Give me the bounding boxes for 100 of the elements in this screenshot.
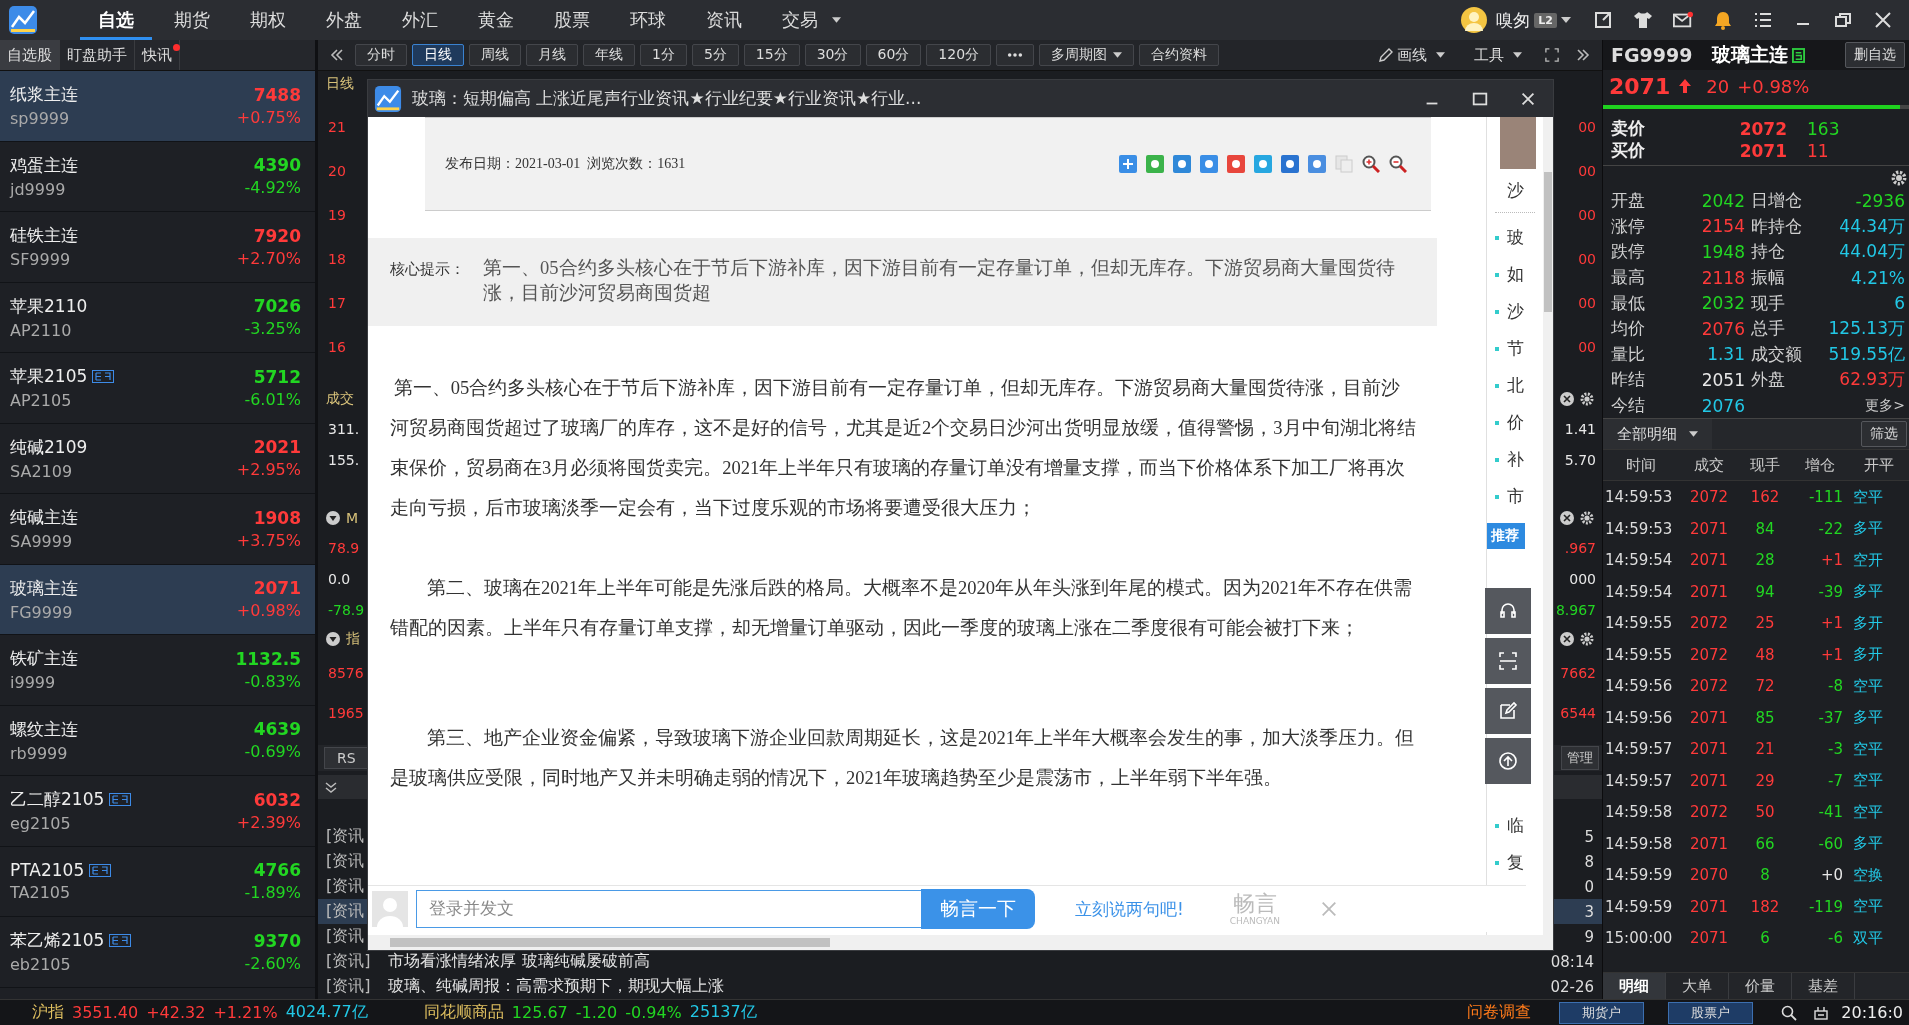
nav-tab[interactable]: 外盘	[308, 0, 380, 40]
news-row[interactable]: [资讯] 市场看涨情绪浓厚 玻璃纯碱屡破前高 08:14	[318, 949, 1602, 974]
headset-button[interactable]	[1485, 588, 1531, 634]
filter-button[interactable]: 筛选	[1861, 421, 1907, 448]
watchlist-row[interactable]: 铁矿主连 i9999 1132.5 -0.83%	[0, 635, 315, 706]
search-icon[interactable]	[1781, 1004, 1798, 1021]
period-button[interactable]: 日线	[412, 44, 464, 66]
period-button[interactable]: 月线	[526, 44, 578, 66]
sidebar-link[interactable]: 临	[1495, 807, 1524, 844]
scrollbar[interactable]	[1543, 117, 1553, 935]
caret-icon[interactable]	[1561, 17, 1571, 23]
recommend-tab[interactable]: 推荐	[1487, 523, 1525, 549]
close-icon[interactable]	[1873, 10, 1893, 30]
period-button[interactable]: 分时	[355, 44, 407, 66]
contract-info-button[interactable]: 合约资料	[1139, 44, 1220, 66]
plus-icon[interactable]	[1119, 155, 1137, 173]
more-button[interactable]	[996, 44, 1035, 66]
nav-tab[interactable]: 期货	[156, 0, 228, 40]
close-icon[interactable]	[1560, 392, 1574, 406]
close-icon[interactable]	[1560, 632, 1574, 646]
more-link[interactable]: 更多>	[1751, 396, 1905, 415]
watchlist-row[interactable]: 鸡蛋主连 jd9999 4390 -4.92%	[0, 141, 315, 212]
account-button[interactable]: 股票户	[1668, 1001, 1754, 1024]
sidebar-link[interactable]: 补	[1495, 441, 1524, 478]
sidebar-link[interactable]: 如	[1495, 256, 1524, 293]
watchlist-row[interactable]: PTA2105 TA2105 4766 -1.89%	[0, 846, 315, 917]
period-button[interactable]: 年线	[583, 44, 635, 66]
draw-dropdown[interactable]: 画线	[1372, 44, 1451, 66]
period-button[interactable]: 30分	[804, 44, 861, 66]
menu-icon[interactable]	[1753, 10, 1773, 30]
fullscreen-icon[interactable]	[1545, 48, 1559, 62]
sidebar-link[interactable]: 节	[1495, 330, 1524, 367]
sidebar-link[interactable]: 价	[1495, 404, 1524, 441]
zoom-out-icon[interactable]	[1389, 155, 1407, 173]
survey-link[interactable]: 问卷调查	[1467, 1002, 1532, 1023]
edit-button[interactable]	[1485, 688, 1531, 734]
settings-icon[interactable]	[1580, 392, 1594, 406]
scrollbar[interactable]	[368, 935, 1553, 950]
nav-tab[interactable]: 期权	[232, 0, 304, 40]
tools-dropdown[interactable]: 工具	[1468, 44, 1528, 66]
watchlist-row[interactable]: 硅铁主连 SF9999 7920 +2.70%	[0, 212, 315, 283]
sidebar-link[interactable]: 玻	[1495, 219, 1524, 256]
network-icon[interactable]	[1813, 1004, 1830, 1021]
nav-tab[interactable]: 资讯	[688, 0, 760, 40]
axis-label: 78.9	[328, 539, 360, 556]
side-tab[interactable]: 快讯	[135, 40, 180, 70]
close-icon[interactable]	[1560, 511, 1574, 525]
zoom-in-icon[interactable]	[1362, 155, 1380, 173]
settings-icon[interactable]	[1580, 511, 1594, 525]
watchlist-row[interactable]: 纸浆主连 sp9999 7488 +0.75%	[0, 71, 315, 142]
sidebar-link[interactable]: 市	[1495, 478, 1524, 515]
news-row[interactable]: [资讯] 玻璃、纯碱周报：高需求预期下，期现大幅上涨 02-26	[318, 974, 1602, 999]
period-button[interactable]: 120分	[926, 44, 992, 66]
watchlist-row[interactable]: 纯碱2109 SA2109 2021 +2.95%	[0, 423, 315, 494]
nav-tab[interactable]: 外汇	[384, 0, 456, 40]
sidebar-link[interactable]: 北	[1495, 367, 1524, 404]
bell-icon[interactable]	[1713, 10, 1733, 30]
period-button[interactable]: 5分	[691, 44, 739, 66]
detail-dropdown[interactable]: 全部明细	[1603, 419, 1712, 450]
comment-input[interactable]: 登录并发文	[416, 890, 921, 928]
watchlist-row[interactable]: 苹果2110 AP2110 7026 -3.25%	[0, 282, 315, 353]
account-button[interactable]: 期货户	[1559, 1001, 1645, 1024]
manage-button[interactable]: 管理	[1561, 746, 1599, 770]
collapse-toggle-icon[interactable]	[326, 511, 340, 525]
period-button[interactable]: 周线	[469, 44, 521, 66]
multi-period-dropdown[interactable]: 多周期图	[1039, 44, 1135, 66]
side-tab[interactable]: 自选股	[0, 40, 60, 70]
tick-time: 14:59:58	[1604, 834, 1674, 853]
watchlist-row[interactable]: 玻璃主连 FG9999 2071 +0.98%	[0, 564, 315, 635]
restore-icon[interactable]	[1833, 10, 1853, 30]
shrink-icon[interactable]	[1593, 10, 1613, 30]
watchlist-row[interactable]: 苯乙烯2105 eb2105 9370 -2.60%	[0, 917, 315, 988]
double-chevron-left-icon[interactable]	[330, 48, 344, 62]
user-name[interactable]: 嗅匆	[1496, 8, 1531, 32]
nav-tab[interactable]: 股票	[536, 0, 608, 40]
period-button[interactable]: 60分	[865, 44, 922, 66]
back-to-top-button[interactable]	[1485, 738, 1531, 784]
double-chevron-right-icon[interactable]	[1576, 48, 1590, 62]
nav-tab[interactable]: 环球	[612, 0, 684, 40]
double-chevron-down-icon[interactable]	[324, 780, 338, 794]
indicator-tab[interactable]: RS	[324, 747, 369, 769]
settings-icon[interactable]	[1891, 170, 1907, 186]
watchlist-row[interactable]: 苹果2105 AP2105 5712 -6.01%	[0, 353, 315, 424]
sidebar-link[interactable]: 沙	[1495, 293, 1524, 330]
shirt-icon[interactable]	[1633, 10, 1653, 30]
sidebar-link[interactable]: 复	[1495, 844, 1524, 881]
period-button[interactable]: 1分	[640, 44, 687, 66]
side-tab[interactable]: 盯盘助手	[60, 40, 135, 70]
watchlist-row[interactable]: 纯碱主连 SA9999 1908 +3.75%	[0, 494, 315, 565]
scan-button[interactable]	[1485, 638, 1531, 684]
mail-icon[interactable]	[1673, 10, 1693, 30]
watchlist-row[interactable]: 螺纹主连 rb9999 4639 -0.69%	[0, 705, 315, 776]
period-button[interactable]: 15分	[743, 44, 800, 66]
settings-icon[interactable]	[1580, 632, 1594, 646]
nav-tab[interactable]: 交易	[764, 0, 859, 40]
collapse-toggle-icon[interactable]	[326, 632, 340, 646]
detail-tab[interactable]: 明细	[1603, 973, 1666, 999]
remove-watchlist-button[interactable]: 删自选	[1845, 42, 1905, 68]
nav-tab[interactable]: 黄金	[460, 0, 532, 40]
watchlist-row[interactable]: 乙二醇2105 eg2105 6032 +2.39%	[0, 776, 315, 847]
